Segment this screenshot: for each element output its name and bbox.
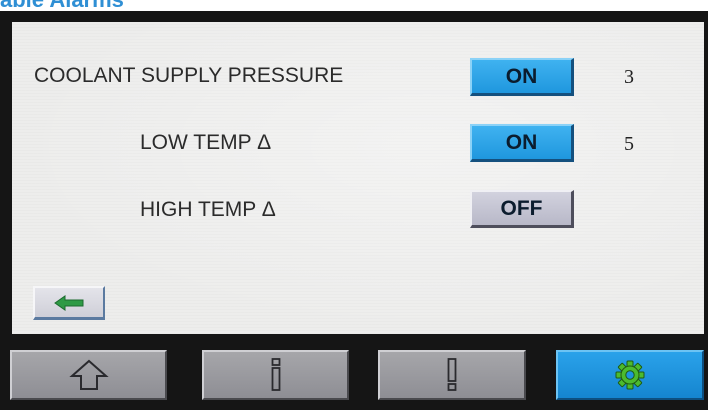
info-icon: [266, 357, 286, 393]
home-button[interactable]: [10, 350, 167, 400]
left-arrow-icon: [53, 294, 85, 311]
alarm-label-low-temp-delta: LOW TEMP Δ: [140, 131, 272, 154]
low-temp-delta-toggle[interactable]: ON: [470, 124, 574, 162]
coolant-supply-pressure-value: 3: [624, 66, 634, 88]
exclamation-icon: [442, 357, 462, 393]
settings-button[interactable]: [556, 350, 704, 400]
info-button[interactable]: [202, 350, 349, 400]
high-temp-delta-toggle[interactable]: OFF: [470, 190, 574, 228]
alert-button[interactable]: [378, 350, 526, 400]
alarm-label-high-temp-delta: HIGH TEMP Δ: [140, 198, 276, 221]
home-icon: [68, 358, 109, 392]
coolant-supply-pressure-toggle[interactable]: ON: [470, 58, 574, 96]
back-button[interactable]: [33, 286, 105, 320]
low-temp-delta-value: 5: [624, 133, 634, 155]
alarm-label-coolant-supply-pressure: COOLANT SUPPLY PRESSURE: [34, 64, 344, 87]
gear-icon: [615, 360, 645, 390]
